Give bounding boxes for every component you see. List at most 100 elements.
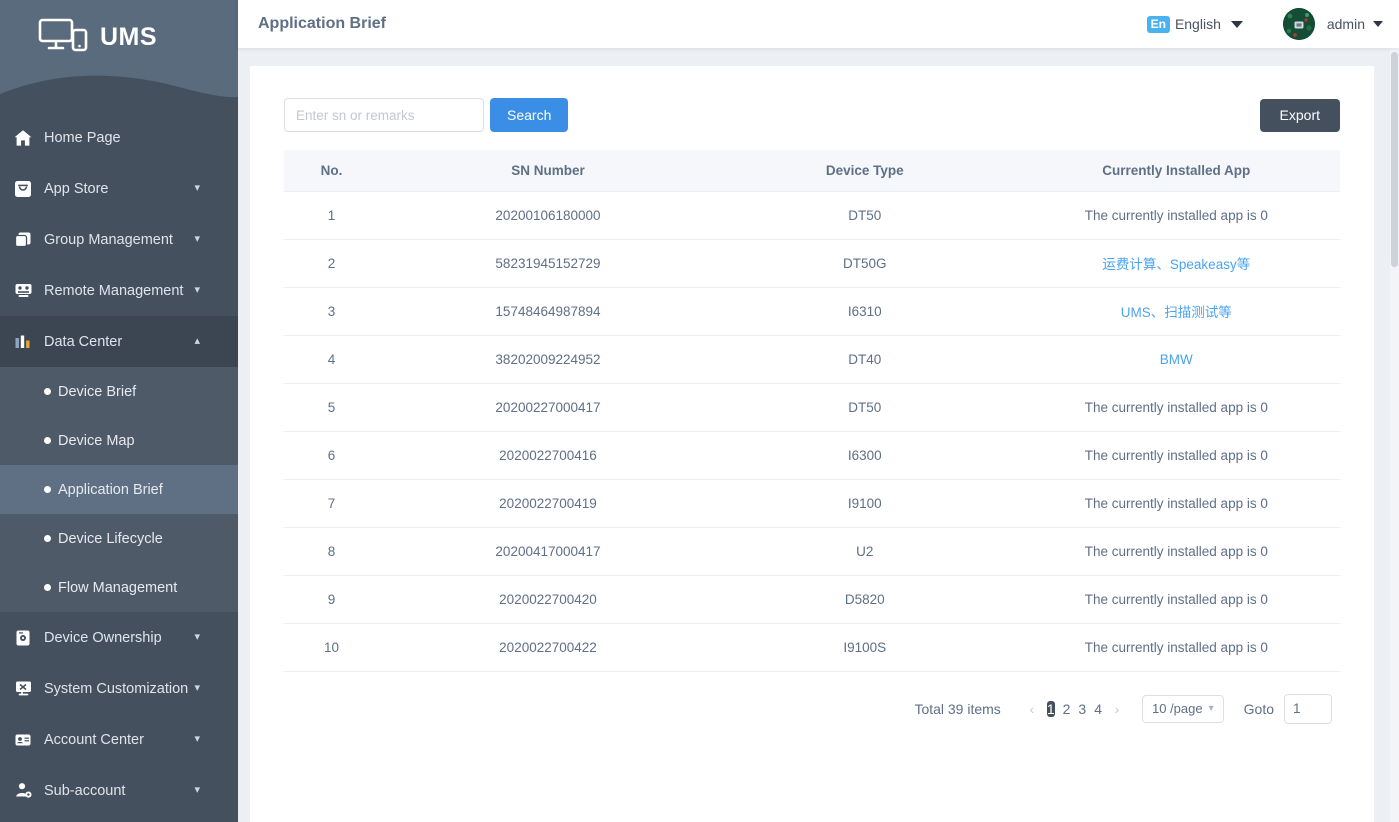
cell-no: 6 xyxy=(284,431,380,480)
sidebar-subitem-device-brief[interactable]: Device Brief xyxy=(0,367,238,416)
sidebar-subitem-label: Device Map xyxy=(58,432,135,449)
sidebar-item-label: Device Ownership xyxy=(44,629,162,646)
header-right-controls: En English admin xyxy=(1146,8,1399,40)
table-row: 5 20200227000417 DT50 The currently install… xyxy=(284,383,1340,432)
page-number-3[interactable]: 3 xyxy=(1078,701,1086,717)
page-title: Application Brief xyxy=(258,15,387,32)
sidebar-wave-decoration xyxy=(0,75,238,112)
table-row: 9 2020022700420 D5820 The currently install… xyxy=(284,575,1340,624)
toolbar: Search Export xyxy=(250,66,1374,132)
cell-installed-app[interactable]: BMW xyxy=(1012,335,1340,384)
cell-no: 8 xyxy=(284,527,380,576)
chevron-up-icon[interactable]: ▴ xyxy=(194,336,200,347)
column-header-device-type: Device Type xyxy=(716,150,1013,192)
sidebar-logo-area: UMS xyxy=(0,0,238,112)
page-scrollbar-thumb[interactable] xyxy=(1391,52,1398,267)
sidebar-item-data-center[interactable]: Data Center ▴ xyxy=(0,316,238,367)
data-center-submenu: Device Brief Device Map Application Brie… xyxy=(0,367,238,612)
logo-text: UMS xyxy=(100,23,158,51)
language-selector[interactable]: En English xyxy=(1146,15,1243,33)
cell-no: 7 xyxy=(284,479,380,528)
sidebar-item-remote-management[interactable]: Remote Management ▾ xyxy=(0,265,238,316)
language-label: English xyxy=(1174,16,1221,32)
cell-device-type: DT50 xyxy=(716,191,1013,240)
table-row: 4 38202009224952 DT40 BMW xyxy=(284,335,1340,384)
cell-installed-app: The currently installed app is 0 xyxy=(1012,575,1340,624)
sidebar-item-label: Sub-account xyxy=(44,782,126,799)
sidebar-subitem-flow-management[interactable]: Flow Management xyxy=(0,563,238,612)
chevron-down-icon[interactable]: ▾ xyxy=(194,183,200,194)
cell-installed-app: The currently installed app is 0 xyxy=(1012,527,1340,576)
page-number-1[interactable]: 1 xyxy=(1046,700,1055,717)
pagination: Total 39 items ‹ 1234 › 10 /page ▾ Goto xyxy=(250,672,1374,724)
table-row: 8 20200417000417 U2 The currently installed… xyxy=(284,527,1340,576)
sidebar-item-device-ownership[interactable]: Device Ownership ▾ xyxy=(0,612,238,663)
sidebar-item-system-customization[interactable]: System Customization ▾ xyxy=(0,663,238,714)
chevron-down-icon[interactable]: ▾ xyxy=(194,734,200,745)
table-row: 6 2020022700416 I6300 The currently install… xyxy=(284,431,1340,480)
sidebar-subitem-device-lifecycle[interactable]: Device Lifecycle xyxy=(0,514,238,563)
cell-installed-app[interactable]: UMS、扫描测试等 xyxy=(1012,287,1340,336)
chevron-down-icon[interactable]: ▾ xyxy=(194,234,200,245)
user-menu[interactable]: admin xyxy=(1282,8,1383,40)
sidebar-item-app-store[interactable]: App Store ▾ xyxy=(0,163,238,214)
table-row: 7 2020022700419 I9100 The currently install… xyxy=(284,479,1340,528)
cell-sn-number: 20200227000417 xyxy=(379,383,717,432)
cell-device-type: I9100S xyxy=(716,623,1013,672)
cell-device-type: DT50 xyxy=(716,383,1013,432)
next-page-button[interactable]: › xyxy=(1106,701,1128,717)
cell-no: 10 xyxy=(284,623,380,672)
cell-sn-number: 20200417000417 xyxy=(379,527,717,576)
goto-input[interactable] xyxy=(1284,693,1332,724)
table-row: 3 15748464987894 I6310 UMS、扫描测试等 xyxy=(284,287,1340,336)
search-button[interactable]: Search xyxy=(490,98,569,132)
column-header-installed-app: Currently Installed App xyxy=(1012,150,1340,192)
chart-icon xyxy=(12,331,34,353)
sidebar-subitem-device-map[interactable]: Device Map xyxy=(0,416,238,465)
page-number-2[interactable]: 2 xyxy=(1063,701,1071,717)
cell-sn-number: 20200106180000 xyxy=(379,191,717,240)
cell-device-type: U2 xyxy=(716,527,1013,576)
prev-page-button[interactable]: ‹ xyxy=(1021,701,1043,717)
cell-installed-app: The currently installed app is 0 xyxy=(1012,479,1340,528)
table-header-row: No. SN Number Device Type Currently Inst… xyxy=(284,150,1340,192)
sidebar-item-account-center[interactable]: Account Center ▾ xyxy=(0,714,238,765)
chevron-down-icon: ▾ xyxy=(1208,703,1214,714)
search-input[interactable] xyxy=(284,98,484,132)
sidebar-subitem-label: Device Lifecycle xyxy=(58,530,163,547)
cell-installed-app: The currently installed app is 0 xyxy=(1012,623,1340,672)
export-button[interactable]: Export xyxy=(1259,98,1340,132)
page-size-select[interactable]: 10 /page ▾ xyxy=(1142,694,1224,723)
cell-no: 5 xyxy=(284,383,380,432)
logo[interactable]: UMS xyxy=(0,0,238,57)
chevron-down-icon[interactable] xyxy=(1373,21,1383,27)
sidebar-subitem-label: Application Brief xyxy=(58,481,163,498)
chevron-down-icon[interactable] xyxy=(1230,20,1243,28)
sidebar-item-group-management[interactable]: Group Management ▾ xyxy=(0,214,238,265)
chevron-down-icon[interactable]: ▾ xyxy=(194,785,200,796)
cell-installed-app[interactable]: 运费计算、Speakeasy等 xyxy=(1012,239,1340,288)
table-row: 10 2020022700422 I9100S The currently insta… xyxy=(284,623,1340,672)
avatar xyxy=(1282,8,1315,40)
chevron-down-icon[interactable]: ▾ xyxy=(194,632,200,643)
sidebar-item-label: Account Center xyxy=(44,731,144,748)
page-number-list: 1234 xyxy=(1043,696,1106,722)
devices-icon xyxy=(38,18,90,57)
top-header: Application Brief En English admin xyxy=(238,0,1399,48)
cell-device-type: DT40 xyxy=(716,335,1013,384)
sidebar-item-label: Data Center xyxy=(44,333,123,350)
user-name: admin xyxy=(1326,16,1365,32)
appstore-icon xyxy=(12,178,34,200)
page-number-4[interactable]: 4 xyxy=(1094,701,1102,717)
sidebar-item-sub-account[interactable]: Sub-account ▾ xyxy=(0,765,238,816)
sidebar-item-label: App Store xyxy=(44,180,109,197)
table-container: No. SN Number Device Type Currently Inst… xyxy=(250,132,1374,672)
cell-device-type: I6300 xyxy=(716,431,1013,480)
cell-no: 4 xyxy=(284,335,380,384)
chevron-down-icon[interactable]: ▾ xyxy=(194,285,200,296)
sidebar-subitem-application-brief[interactable]: Application Brief xyxy=(0,465,238,514)
content-card: Search Export No. SN Number Device Type … xyxy=(250,66,1374,822)
group-icon xyxy=(12,229,34,251)
sidebar-item-home-page[interactable]: Home Page xyxy=(0,112,238,163)
chevron-down-icon[interactable]: ▾ xyxy=(194,683,200,694)
